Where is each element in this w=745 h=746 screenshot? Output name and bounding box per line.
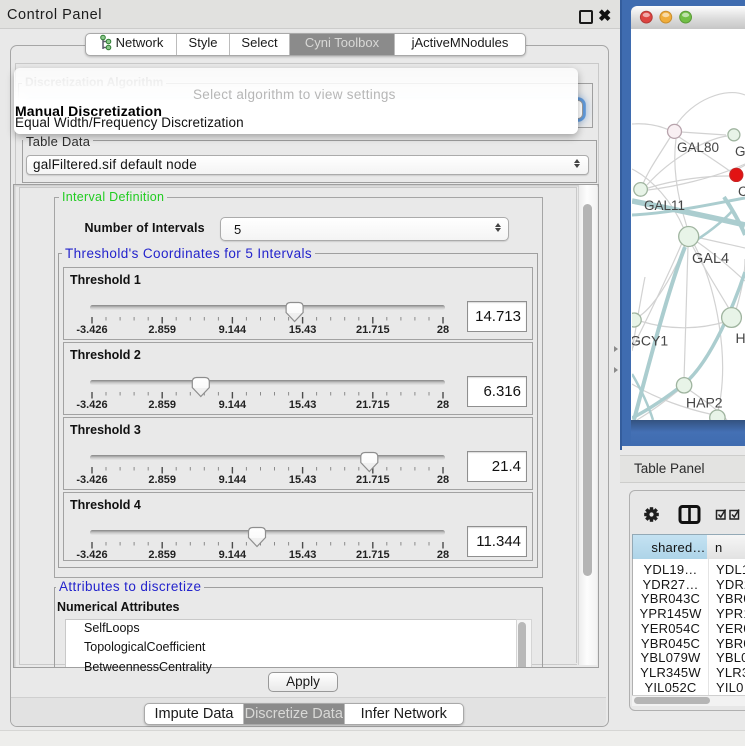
svg-text:GAL11: GAL11 [644,198,685,213]
svg-text:GCY1: GCY1 [632,333,668,349]
svg-text:C: C [738,184,745,199]
svg-text:G: G [735,144,745,159]
svg-text:H: H [736,330,745,346]
svg-text:GAL4: GAL4 [692,251,729,267]
svg-text:GAL80: GAL80 [677,140,719,155]
svg-text:HAP2: HAP2 [686,395,723,411]
